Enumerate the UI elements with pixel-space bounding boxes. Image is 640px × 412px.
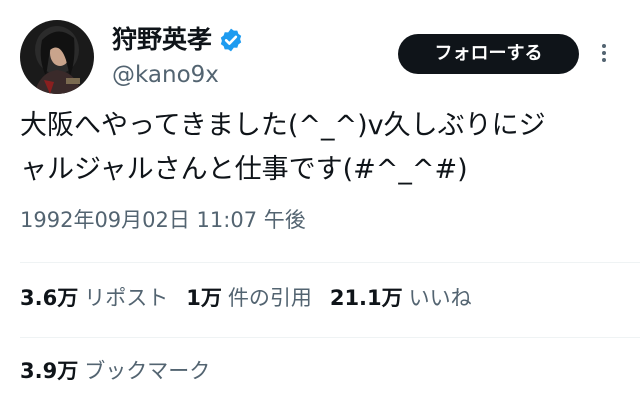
user-handle[interactable]: @kano9x <box>112 60 219 90</box>
likes-count: 21.1万 <box>329 286 403 310</box>
tweet-timestamp[interactable]: 1992年09月02日 11:07 午後 <box>20 205 306 235</box>
divider <box>20 337 640 338</box>
more-vertical-icon[interactable] <box>594 38 614 68</box>
bookmarks-label: ブックマーク <box>84 359 211 383</box>
avatar[interactable] <box>20 20 94 94</box>
quotes-label: 件の引用 <box>227 286 312 310</box>
bookmarks-stat[interactable]: 3.9万 ブックマーク <box>20 356 210 386</box>
quotes-count: 1万 <box>186 286 222 310</box>
tweet-text: 大阪へやってきました(^_^)v久しぶりにジ ャルジャルさんと仕事です(#^_^… <box>20 110 546 185</box>
verified-badge-icon <box>218 27 244 53</box>
quotes-stat[interactable]: 1万 件の引用 <box>186 283 312 313</box>
profile-photo <box>20 20 94 94</box>
follow-button[interactable]: フォローする <box>398 34 579 74</box>
display-name[interactable]: 狩野英孝 <box>112 24 212 56</box>
reposts-label: リポスト <box>84 286 169 310</box>
engagement-stats: 3.6万 リポスト 1万 件の引用 21.1万 いいね <box>20 283 490 313</box>
reposts-stat[interactable]: 3.6万 リポスト <box>20 283 168 313</box>
bookmarks-count: 3.9万 <box>20 359 79 383</box>
likes-stat[interactable]: 21.1万 いいね <box>330 283 472 313</box>
tweet-card: 狩野英孝 @kano9x フォローする 大阪へやってきました(^_^)v久しぶり… <box>0 0 640 412</box>
likes-label: いいね <box>408 286 472 310</box>
divider <box>20 262 640 263</box>
reposts-count: 3.6万 <box>20 286 79 310</box>
author-name-row: 狩野英孝 <box>112 24 244 56</box>
